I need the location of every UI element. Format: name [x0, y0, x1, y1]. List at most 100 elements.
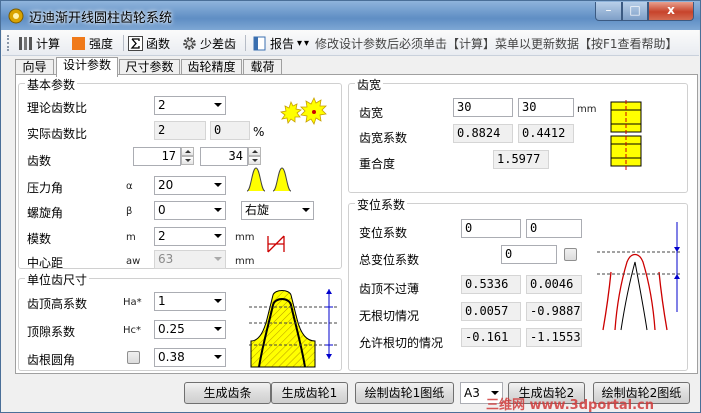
center-distance-label: 中心距 [27, 256, 64, 270]
percent-unit: % [253, 125, 265, 139]
total-shift-input[interactable]: 0 [501, 245, 557, 264]
module-label: 模数 [27, 232, 52, 246]
toolbar: 计算 强度 函数 少差齿 报告 ▾ ▾ 修改设计参数后必须单击【计算】菜单以更新… [2, 30, 699, 56]
contact-ratio-label: 重合度 [359, 157, 396, 171]
module-value: 2 [158, 229, 166, 243]
teeth-label: 齿数 [27, 154, 52, 168]
total-shift-checkbox[interactable] [564, 248, 577, 261]
root-fillet-label: 齿根圆角 [27, 353, 76, 367]
pressure-angle-select[interactable]: 20 [154, 176, 226, 195]
draw-gear1-drawing-button[interactable]: 绘制齿轮1图纸 [355, 382, 454, 404]
actual-ratio-field: 2 [154, 121, 206, 140]
generate-gear1-button[interactable]: 生成齿轮1 [271, 382, 348, 404]
strength-button[interactable]: 强度 [71, 34, 113, 52]
title-bar[interactable]: 迈迪渐开线圆柱齿轮系统 – □ x [1, 1, 700, 30]
helix-angle-select[interactable]: 0 [154, 201, 226, 220]
teeth1-input[interactable]: 17 [133, 147, 181, 166]
module-symbol: m [126, 232, 136, 243]
profile-shift-group: 变位系数 变位系数 0 0 总变位系数 0 齿顶不过薄 0.5336 0.004… [348, 196, 688, 371]
small-diff-button[interactable]: 少差齿 [182, 34, 236, 52]
basic-params-group: 基本参数 理论齿数比 2 实际齿数比 2 0 % 齿数 17 34 压力角 α … [18, 76, 342, 270]
toolbar-separator [123, 35, 124, 51]
toolbar-separator [245, 35, 246, 51]
minimize-button[interactable]: – [595, 2, 622, 21]
chevron-down-icon [214, 355, 222, 359]
clearance-coef-label: 顶隙系数 [27, 325, 76, 339]
ratio-select[interactable]: 2 [154, 96, 226, 115]
root-fillet-checkbox[interactable] [127, 351, 140, 364]
report-button[interactable]: 报告 ▾ [252, 34, 302, 52]
tooth-profile-icon [246, 167, 292, 192]
report-icon [253, 36, 266, 50]
profile-shift-title: 变位系数 [355, 196, 408, 213]
paper-size-value: A3 [464, 386, 480, 400]
chevron-down-icon [214, 183, 222, 187]
width-coef2-field: 0.4412 [518, 124, 574, 143]
watermark: 三维网 www.3dportal.cn [486, 398, 655, 413]
sigma-icon [128, 35, 143, 51]
allow-undercut1-field: -0.161 [461, 328, 521, 347]
rack-tooth-diagram [249, 289, 337, 368]
center-distance-select: 63 [154, 250, 226, 269]
addendum-coef-label: 齿顶高系数 [27, 297, 88, 311]
tab-design-params[interactable]: 设计参数 [56, 57, 118, 77]
hint-text: 修改设计参数后必须单击【计算】菜单以更新数据【按F1查看帮助】 [315, 37, 678, 51]
clearance-coef-select[interactable]: 0.25 [154, 320, 226, 339]
toolbar-grip[interactable] [7, 35, 10, 51]
shift-coef2-input[interactable]: 0 [526, 219, 582, 238]
beta-symbol: β [126, 206, 133, 217]
ratio-label: 理论齿数比 [27, 101, 88, 115]
face-width-label: 齿宽 [359, 106, 384, 120]
gear-width-diagram [610, 100, 642, 170]
app-gear-icon [8, 8, 24, 24]
strength-icon [72, 36, 85, 50]
face-width2-input[interactable]: 30 [518, 98, 574, 117]
module-select[interactable]: 2 [154, 227, 226, 246]
shift-coef-label: 变位系数 [359, 226, 408, 240]
design-params-panel: 基本参数 理论齿数比 2 实际齿数比 2 0 % 齿数 17 34 压力角 α … [15, 74, 698, 374]
helix-direction-select[interactable]: 右旋 [241, 201, 314, 220]
tip-not-thin1-field: 0.5336 [461, 275, 521, 294]
gear-icon [183, 36, 196, 50]
allow-undercut2-field: -1.1553 [526, 328, 582, 347]
pressure-angle-label: 压力角 [27, 181, 64, 195]
strength-label: 强度 [89, 36, 114, 51]
close-button[interactable]: x [648, 2, 694, 21]
root-fillet-select[interactable]: 0.38 [154, 348, 226, 367]
function-label: 函数 [146, 36, 171, 51]
chevron-down-icon [214, 299, 222, 303]
actual-ratio-percent-field: 0 [210, 121, 250, 140]
pressure-angle-value: 20 [158, 178, 174, 192]
face-width-unit: mm [577, 104, 597, 115]
generate-rack-button[interactable]: 生成齿条 [184, 382, 271, 404]
center-distance-symbol: aw [126, 256, 141, 267]
teeth2-stepper[interactable] [248, 147, 261, 166]
calc-label: 计算 [36, 36, 61, 51]
clearance-coef-value: 0.25 [158, 322, 185, 336]
module-unit: mm [235, 232, 255, 243]
basic-params-title: 基本参数 [25, 76, 78, 93]
face-width1-input[interactable]: 30 [453, 98, 513, 117]
maximize-button[interactable]: □ [622, 2, 648, 21]
width-coef-label: 齿宽系数 [359, 131, 408, 145]
actual-ratio-label: 实际齿数比 [27, 127, 88, 141]
chevron-down-icon [214, 234, 222, 238]
small-diff-label: 少差齿 [200, 36, 237, 51]
calc-button[interactable]: 计算 [18, 34, 60, 52]
teeth2-input[interactable]: 34 [200, 147, 248, 166]
teeth1-stepper[interactable] [181, 147, 194, 166]
unit-tooth-group: 单位齿尺寸 齿顶高系数 Ha* 1 顶隙系数 Hc* 0.25 齿根圆角 0.3… [18, 271, 342, 371]
contact-ratio-field: 1.5977 [493, 150, 549, 169]
report-label: 报告 [270, 36, 295, 51]
addendum-coef-select[interactable]: 1 [154, 292, 226, 311]
gear-pair-icon [280, 97, 327, 125]
toolbar-overflow-arrow[interactable]: ▾ [304, 34, 309, 52]
tip-not-thin-label: 齿顶不过薄 [359, 282, 420, 296]
no-undercut-label: 无根切情况 [359, 309, 420, 323]
window-title: 迈迪渐开线圆柱齿轮系统 [29, 11, 173, 26]
function-button[interactable]: 函数 [128, 34, 170, 52]
chevron-down-icon [214, 327, 222, 331]
helix-direction-value: 右旋 [245, 203, 270, 217]
shift-coef1-input[interactable]: 0 [461, 219, 521, 238]
report-dropdown-arrow[interactable]: ▾ [297, 38, 302, 49]
